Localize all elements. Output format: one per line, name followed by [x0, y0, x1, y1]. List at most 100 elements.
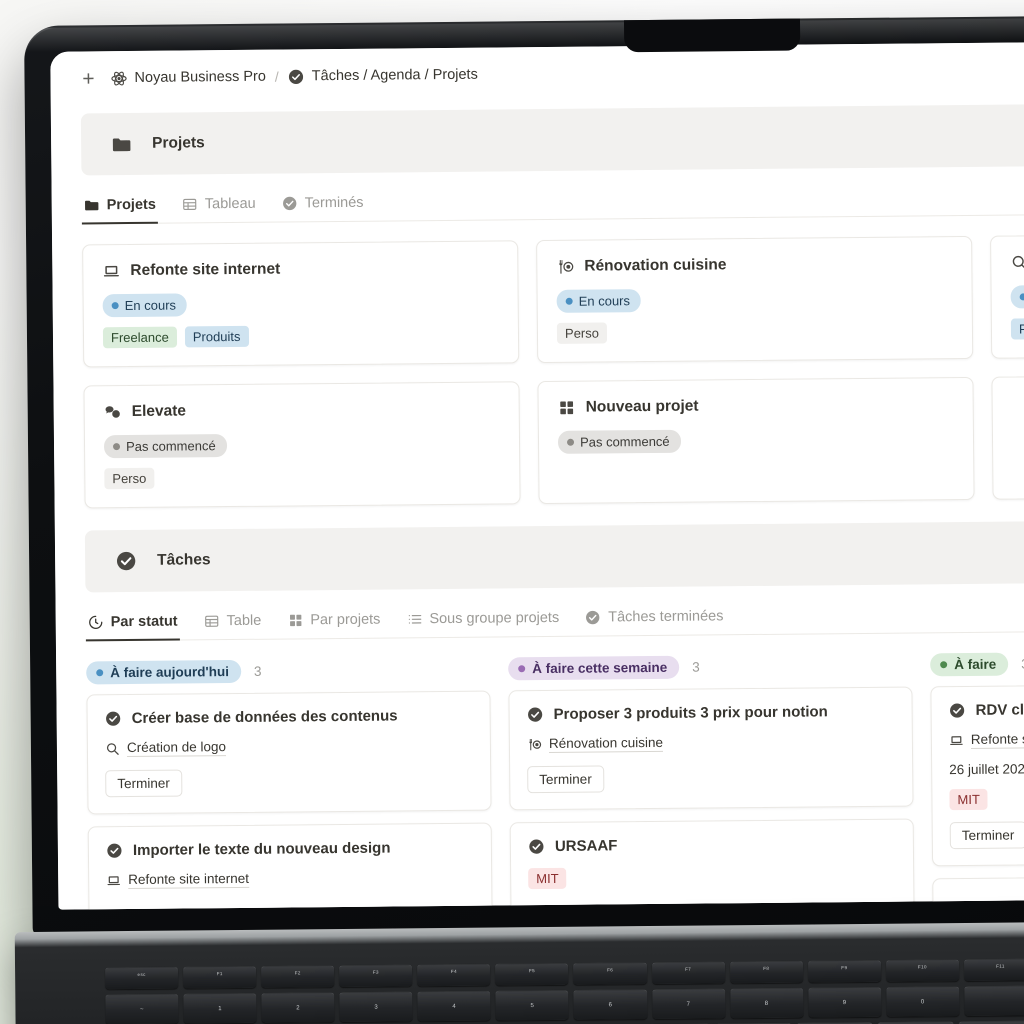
task-card[interactable]: URSAAF MIT — [509, 818, 915, 910]
page-content: Projets Projets Tableau Terminés Refonte… — [51, 103, 1024, 910]
key-label: ~ — [139, 1006, 144, 1013]
key[interactable]: 1 — [183, 992, 257, 1024]
column-status-badge[interactable]: À faire cette semaine — [508, 655, 680, 681]
key[interactable]: F1 — [183, 965, 257, 989]
key[interactable]: F10 — [885, 959, 960, 982]
tab-table[interactable]: Table — [201, 607, 263, 641]
task-complete-button[interactable]: Terminer — [527, 765, 604, 794]
table-icon — [182, 196, 198, 212]
key[interactable]: F5 — [495, 962, 569, 986]
task-date[interactable]: 26 juillet 2024 — [949, 759, 1024, 777]
task-card[interactable]: RDV client Refonte site 26 juillet 2024 … — [930, 682, 1024, 867]
project-card[interactable]: Nouveau projet Pas commencé — [537, 376, 975, 505]
project-card-title-row: Nouveau projet — [558, 395, 954, 417]
project-card-title-row: Elevate — [104, 399, 500, 421]
project-status-row: En cours — [1010, 282, 1024, 309]
column-status-badge[interactable]: À faire — [930, 652, 1009, 677]
task-tag-row: MIT — [528, 865, 896, 890]
tab-taches-terminees[interactable]: Tâches terminées — [583, 602, 726, 636]
key-label: 4 — [452, 1003, 457, 1010]
status-badge[interactable]: Pas commencé — [103, 434, 227, 459]
status-badge[interactable]: Pas commencé — [557, 429, 681, 454]
key[interactable]: 0 — [886, 986, 960, 1017]
project-card[interactable]: Création de logo En cours Produits — [990, 231, 1024, 359]
check-circle-icon[interactable] — [949, 702, 966, 719]
key[interactable]: 5 — [495, 989, 570, 1021]
status-badge[interactable]: En cours — [1010, 284, 1024, 309]
check-circle-icon[interactable] — [105, 710, 122, 727]
key[interactable]: F2 — [261, 965, 335, 988]
add-page-button[interactable]: + — [76, 66, 100, 90]
task-relation[interactable]: Refonte site internet — [106, 869, 474, 890]
tab-par-statut[interactable]: Par statut — [85, 607, 180, 642]
check-circle-icon[interactable] — [528, 838, 545, 855]
key[interactable]: 9 — [807, 986, 882, 1018]
key[interactable]: F7 — [651, 961, 725, 985]
key[interactable]: F8 — [729, 960, 803, 984]
check-circle-icon[interactable] — [527, 706, 544, 723]
column-status-badge[interactable]: À faire aujourd'hui — [86, 659, 242, 685]
project-card-title-row: Rénovation cuisine — [556, 254, 952, 276]
task-card[interactable]: Importer le texte du nouveau design Refo… — [87, 822, 493, 910]
tag-badge[interactable]: Freelance — [102, 326, 177, 349]
task-relation[interactable]: Création de logo — [105, 737, 473, 758]
task-card[interactable]: Proposer 3 produits 3 prix pour notion R… — [508, 686, 914, 811]
check-circle-icon[interactable] — [106, 842, 123, 859]
tag-badge[interactable]: MIT — [528, 867, 567, 890]
key[interactable]: ~ — [105, 993, 179, 1024]
key[interactable]: F3 — [339, 964, 413, 988]
project-card-empty[interactable] — [991, 372, 1024, 500]
tag-badge[interactable]: Produits — [184, 325, 249, 348]
key[interactable]: P — [958, 1020, 1024, 1024]
key-label: 9 — [842, 999, 847, 1006]
project-tag-row: Freelance Produits — [102, 323, 499, 349]
magnifier-icon — [105, 741, 120, 756]
project-card[interactable]: Refonte site internet En cours Freelance… — [82, 240, 520, 368]
key[interactable]: F4 — [417, 963, 491, 987]
project-tag-row: Produits — [1010, 315, 1024, 340]
task-card[interactable]: Créer base de données des contenus Créat — [86, 690, 492, 815]
key-label: F6 — [607, 967, 614, 973]
key[interactable]: F11 — [963, 958, 1024, 982]
key[interactable]: esc — [105, 966, 179, 990]
check-circle-icon — [585, 609, 601, 625]
project-tag-row: Perso — [556, 319, 953, 344]
key[interactable]: F6 — [573, 962, 647, 985]
column-badge-label: À faire aujourd'hui — [110, 664, 229, 681]
project-card[interactable]: Elevate Pas commencé Perso — [83, 381, 521, 509]
key[interactable]: 7 — [651, 988, 726, 1020]
key[interactable]: 8 — [729, 987, 804, 1019]
project-status-row: Pas commencé — [557, 427, 954, 454]
tab-termines[interactable]: Terminés — [280, 189, 366, 223]
task-relation[interactable]: Rénovation cuisine — [527, 733, 895, 754]
breadcrumb-workspace[interactable]: Noyau Business Pro — [110, 68, 266, 86]
task-relation[interactable]: Refonte site internet — [949, 729, 1024, 750]
status-dot — [96, 669, 104, 677]
status-label: Pas commencé — [125, 438, 216, 455]
task-complete-button[interactable]: Terminer — [105, 769, 182, 798]
tasks-tabbar: Par statut Table Par projets Sous groupe… — [85, 582, 1024, 642]
key[interactable]: 6 — [573, 989, 648, 1020]
tag-badge[interactable]: Produits — [1010, 317, 1024, 340]
tag-badge[interactable]: Perso — [556, 322, 608, 344]
project-status-row: En cours — [556, 286, 953, 313]
key[interactable]: 3 — [339, 991, 413, 1023]
tab-par-projets[interactable]: Par projets — [285, 606, 382, 640]
tab-tableau[interactable]: Tableau — [180, 190, 258, 224]
task-complete-button[interactable]: Terminer — [949, 821, 1024, 850]
key[interactable]: F9 — [807, 959, 881, 983]
folder-icon — [111, 133, 132, 154]
breadcrumb-page[interactable]: Tâches / Agenda / Projets — [288, 66, 478, 85]
grid-squares-icon — [558, 399, 576, 417]
task-relation-label: Refonte site internet — [970, 730, 1024, 749]
tab-projets[interactable]: Projets — [81, 190, 159, 225]
status-badge[interactable]: En cours — [556, 289, 642, 313]
tag-badge[interactable]: Perso — [104, 467, 155, 490]
tag-badge[interactable]: MIT — [949, 788, 988, 811]
tab-sous-groupe-projets[interactable]: Sous groupe projets — [404, 604, 561, 639]
project-card[interactable]: Rénovation cuisine En cours Perso — [536, 235, 974, 364]
key[interactable]: 2 — [261, 992, 335, 1023]
key[interactable] — [964, 985, 1024, 1017]
key[interactable]: 4 — [417, 990, 491, 1022]
status-badge[interactable]: En cours — [102, 293, 188, 318]
